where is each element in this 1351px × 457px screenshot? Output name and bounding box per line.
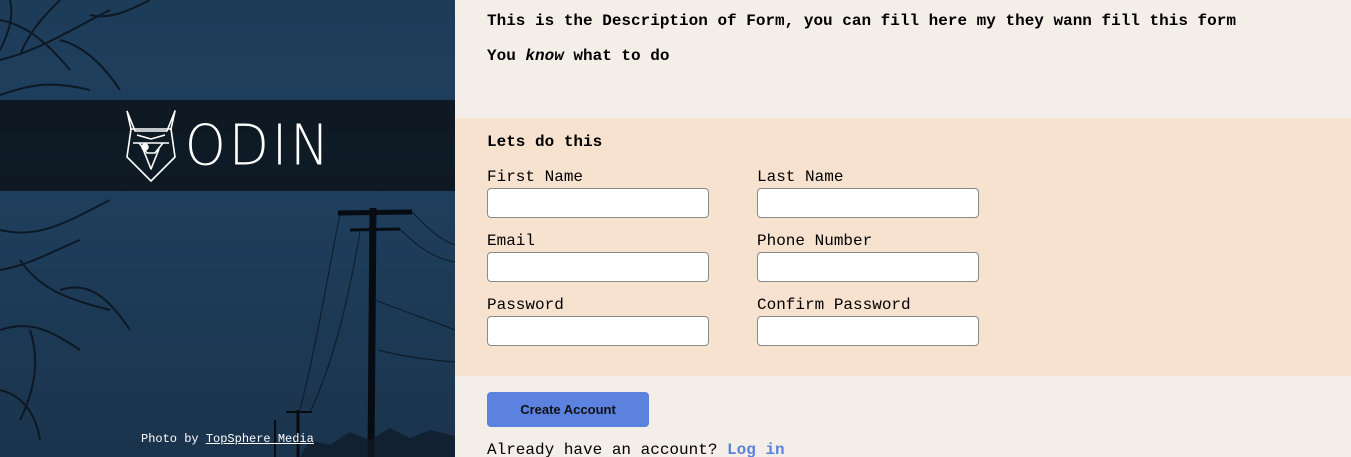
form-description: This is the Description of Form, you can… — [487, 12, 1236, 82]
login-prompt: Already have an account? Log in — [487, 441, 785, 457]
phone-label: Phone Number — [757, 232, 873, 250]
background-photo — [0, 0, 455, 457]
photo-credit-prefix: Photo by — [141, 432, 206, 446]
confirm-password-label: Confirm Password — [757, 296, 911, 314]
confirm-password-input[interactable] — [757, 316, 979, 346]
create-account-button[interactable]: Create Account — [487, 392, 649, 427]
description-line-1: This is the Description of Form, you can… — [487, 12, 1236, 30]
phone-input[interactable] — [757, 252, 979, 282]
form-title: Lets do this — [487, 133, 603, 151]
description-line-2-end: what to do — [563, 47, 670, 65]
password-input[interactable] — [487, 316, 709, 346]
phone-group: Phone Number — [757, 232, 979, 282]
confirm-password-group: Confirm Password — [757, 296, 979, 346]
first-name-input[interactable] — [487, 188, 709, 218]
first-name-label: First Name — [487, 168, 584, 186]
password-group: Password — [487, 296, 709, 346]
last-name-label: Last Name — [757, 168, 844, 186]
brand-logo-text: ODIN — [184, 113, 333, 178]
hero-image-panel: ODIN Photo by TopSphere Media — [0, 0, 455, 457]
photo-credit-link[interactable]: TopSphere Media — [206, 432, 314, 446]
viking-helmet-icon — [126, 109, 176, 182]
form-area: This is the Description of Form, you can… — [455, 0, 1351, 457]
email-input[interactable] — [487, 252, 709, 282]
photo-credit: Photo by TopSphere Media — [141, 432, 314, 446]
login-link[interactable]: Log in — [727, 441, 785, 457]
password-label: Password — [487, 296, 564, 314]
description-emphasis: know — [525, 47, 564, 65]
brand-banner: ODIN — [0, 100, 455, 191]
last-name-group: Last Name — [757, 168, 979, 218]
signup-form-panel: Lets do this First Name Last Name Email … — [455, 118, 1351, 376]
description-line-2: You know what to do — [487, 47, 1236, 65]
login-prompt-text: Already have an account? — [487, 441, 728, 457]
last-name-input[interactable] — [757, 188, 979, 218]
description-line-2-start: You — [487, 47, 526, 65]
first-name-group: First Name — [487, 168, 709, 218]
email-label: Email — [487, 232, 536, 250]
email-group: Email — [487, 232, 709, 282]
